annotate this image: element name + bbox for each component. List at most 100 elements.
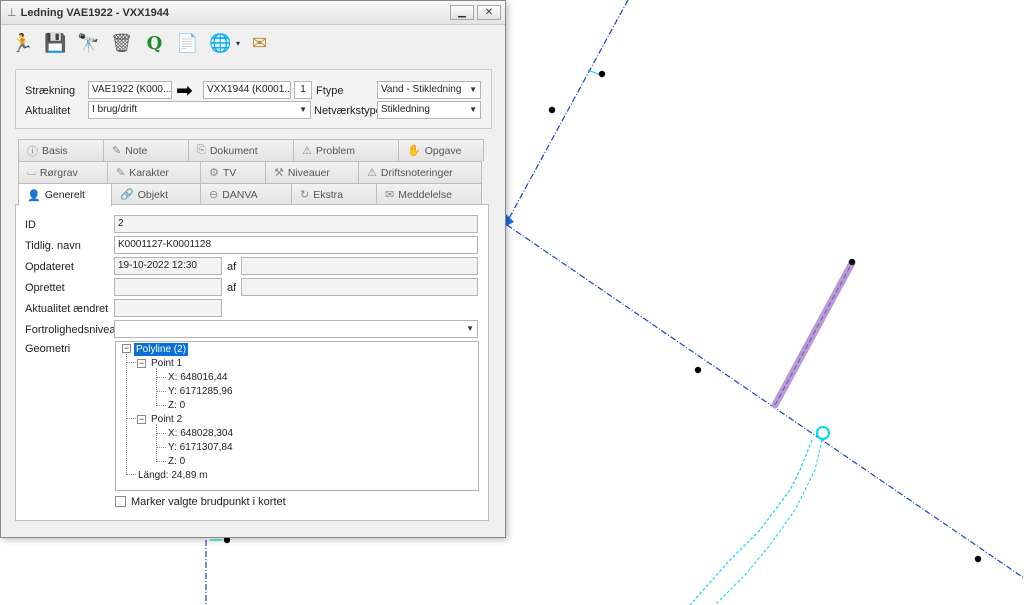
exit-icon[interactable]: 🏃 [9, 30, 36, 57]
header-group: Strækning VAE1922 (K000... ➡ VXX1944 (K0… [15, 69, 492, 129]
tab-icon: ⚒ [274, 167, 284, 179]
tree-node-p2-y[interactable]: Y: 6171307,84 [168, 441, 233, 454]
from-node-field[interactable]: VAE1922 (K000... [88, 81, 172, 99]
fortrolighed-select[interactable]: ▼ [114, 320, 478, 338]
chevron-down-icon: ▼ [469, 105, 477, 114]
tree-node-length[interactable]: Längd: 24,89 m [138, 469, 208, 482]
marker-label: Marker valgte brudpunkt i kortet [131, 496, 286, 508]
aktualitet-value: I brug/drift [92, 104, 138, 115]
tab-tv[interactable]: ⚙ TV [200, 161, 266, 183]
tree-connector [156, 424, 157, 462]
tab-note[interactable]: ✎ Note [103, 139, 189, 161]
netvaerkstype-select[interactable]: Stikledning ▼ [377, 101, 481, 119]
geometry-tree[interactable]: − Polyline (2) − Point 1 X: 648016,44 Y:… [115, 341, 479, 491]
tree-connector [157, 405, 166, 406]
minimize-button[interactable]: ▁ [450, 5, 474, 20]
tab-generelt[interactable]: 👤 Generelt [18, 183, 112, 206]
binoculars-icon[interactable]: 🔭 [75, 30, 102, 57]
tree-connector [127, 474, 136, 475]
tab-karakter[interactable]: ✎ Karakter [107, 161, 201, 183]
toolbar: 🏃 💾 🔭 🗑 Q 📄 🌐 ▾ ✉ [1, 25, 505, 61]
chevron-down-icon: ▼ [469, 85, 477, 94]
tab-danva[interactable]: ⊖ DANVA [200, 183, 292, 205]
tree-node-p1-x[interactable]: X: 648016,44 [168, 371, 228, 384]
tree-node-polyline[interactable]: Polyline (2) [134, 343, 189, 356]
tree-node-p1-y[interactable]: Y: 6171285,96 [168, 385, 233, 398]
map-pipe-diagonal-north[interactable] [506, 0, 629, 223]
tree-connector [157, 461, 166, 462]
tab-icon: ✎ [112, 145, 122, 157]
aktualitet-label: Aktualitet [25, 105, 71, 117]
id-field[interactable]: 2 [114, 215, 478, 233]
tab-objekt[interactable]: 🔗 Objekt [111, 183, 201, 205]
tab-rørgrav[interactable]: ⌴ Rørgrav [18, 161, 108, 183]
map-point[interactable] [548, 106, 556, 114]
collapse-icon[interactable]: − [122, 344, 131, 353]
q-icon[interactable]: Q [141, 30, 168, 57]
tab-ekstra[interactable]: ↻ Ekstra [291, 183, 377, 205]
map-service-line[interactable] [689, 439, 813, 605]
collapse-icon[interactable]: − [137, 415, 146, 424]
arrow-right-icon: ➡ [176, 80, 193, 102]
map-selected-line-core [774, 262, 853, 406]
aktualitet-aendret-label: Aktualitet ændret [25, 303, 109, 315]
tab-problem[interactable]: ⚠ Problem [293, 139, 399, 161]
tab-label: Driftsnoteringer [380, 166, 453, 179]
map-service-line-2[interactable] [714, 439, 823, 605]
oprettet-af-field[interactable] [241, 278, 478, 296]
marker-checkbox[interactable] [115, 496, 126, 507]
id-label: ID [25, 219, 36, 231]
save-icon[interactable]: 💾 [42, 30, 69, 57]
aktualitet-select[interactable]: I brug/drift ▼ [88, 101, 311, 119]
delete-icon[interactable]: 🗑 [108, 30, 135, 57]
map-point[interactable] [848, 258, 856, 266]
tree-node-point-1[interactable]: Point 1 [151, 357, 182, 370]
map-point[interactable] [694, 366, 702, 374]
tab-dokument[interactable]: ⎘ Dokument [188, 139, 294, 161]
oprettet-field[interactable] [114, 278, 222, 296]
aktualitet-aendret-field[interactable] [114, 299, 222, 317]
close-button[interactable]: ✕ [477, 5, 501, 20]
tidlig-navn-field[interactable]: K0001127-K0001128 [114, 236, 478, 254]
tab-icon: ⚠ [367, 167, 377, 179]
netvaerkstype-value: Stikledning [381, 104, 430, 115]
ftype-select[interactable]: Vand - Stikledning ▼ [377, 81, 481, 99]
tab-icon: ✎ [116, 167, 126, 179]
opdateret-field[interactable]: 19-10-2022 12:30 [114, 257, 222, 275]
globe-icon[interactable]: 🌐 [207, 30, 234, 57]
map-service-node[interactable] [816, 426, 830, 440]
dropdown-caret-icon[interactable]: ▾ [236, 39, 240, 48]
tab-label: Niveauer [287, 166, 330, 179]
map-pipe-main[interactable] [506, 224, 1024, 579]
tree-node-point-2[interactable]: Point 2 [151, 413, 182, 426]
tab-opgave[interactable]: ✋ Opgave [398, 139, 484, 161]
tree-node-p2-x[interactable]: X: 648028,304 [168, 427, 233, 440]
ledning-dialog[interactable]: ⊥ Ledning VAE1922 - VXX1944 ▁ ✕ 🏃 💾 🔭 🗑 Q 📄 🌐 ▾… [0, 0, 506, 538]
collapse-icon[interactable]: − [137, 359, 146, 368]
map-point[interactable] [974, 555, 982, 563]
to-node-field[interactable]: VXX1944 (K0001... [203, 81, 291, 99]
tab-meddelelse[interactable]: ✉ Meddelelse [376, 183, 482, 205]
mail-icon[interactable]: ✉ [246, 30, 273, 57]
tree-connector [157, 433, 166, 434]
map-point[interactable] [598, 70, 606, 78]
tab-driftsnoteringer[interactable]: ⚠ Driftsnoteringer [358, 161, 482, 183]
tab-row-3: 👤 Generelt 🔗 Objekt ⊖ DANVA ↻ Ekstra ✉ Meddelelse [18, 183, 482, 206]
tree-node-p2-z[interactable]: Z: 0 [168, 455, 185, 468]
tab-icon: ⚠ [302, 145, 312, 157]
netvaerkstype-label: Netværkstype [314, 105, 382, 117]
tree-node-p1-z[interactable]: Z: 0 [168, 399, 185, 412]
titlebar[interactable]: ⊥ Ledning VAE1922 - VXX1944 ▁ ✕ [1, 1, 505, 25]
tab-label: Note [125, 144, 148, 157]
tree-connector [127, 418, 136, 419]
tab-basis[interactable]: ⓘ Basis [18, 139, 104, 161]
count-field[interactable]: 1 [294, 81, 312, 99]
tree-connector [156, 368, 157, 406]
document-icon[interactable]: 📄 [174, 30, 201, 57]
tab-label: Generelt [44, 189, 85, 201]
tree-connector [157, 391, 166, 392]
geometri-label: Geometri [25, 343, 71, 355]
tree-connector [157, 447, 166, 448]
opdateret-af-field[interactable] [241, 257, 478, 275]
tab-niveauer[interactable]: ⚒ Niveauer [265, 161, 359, 183]
